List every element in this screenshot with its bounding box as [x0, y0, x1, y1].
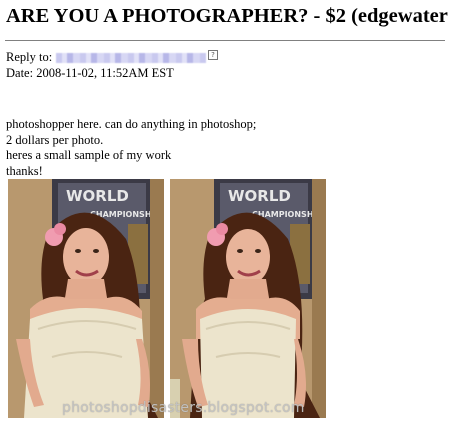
after-photo: WORLD CHAMPIONSHIPS	[170, 179, 326, 418]
poster-text: WORLD	[228, 187, 291, 205]
body-line-2: 2 dollars per photo.	[6, 132, 104, 147]
help-icon[interactable]: ?	[208, 50, 218, 60]
poster-text: WORLD	[66, 187, 129, 205]
watermark-text: photoshopdisasters.blogspot.com	[62, 400, 305, 416]
title-divider	[5, 40, 445, 41]
reply-to-label: Reply to:	[6, 50, 53, 64]
reply-to-line: Reply to:	[6, 50, 207, 65]
body-line-1: photoshopper here. can do anything in ph…	[6, 117, 257, 131]
post-title: ARE YOU A PHOTOGRAPHER? - $2 (edgewater …	[6, 5, 450, 27]
post-date: Date: 2008-11-02, 11:52AM EST	[6, 66, 174, 80]
body-line-3: heres a small sample of my work	[6, 148, 172, 162]
body-line-4: thanks!	[6, 163, 43, 178]
obscured-email-link[interactable]	[56, 53, 207, 64]
post-body: photoshopper here. can do anything in ph…	[6, 117, 256, 179]
before-photo: WORLD CHAMPIONSHIPS	[8, 179, 164, 418]
